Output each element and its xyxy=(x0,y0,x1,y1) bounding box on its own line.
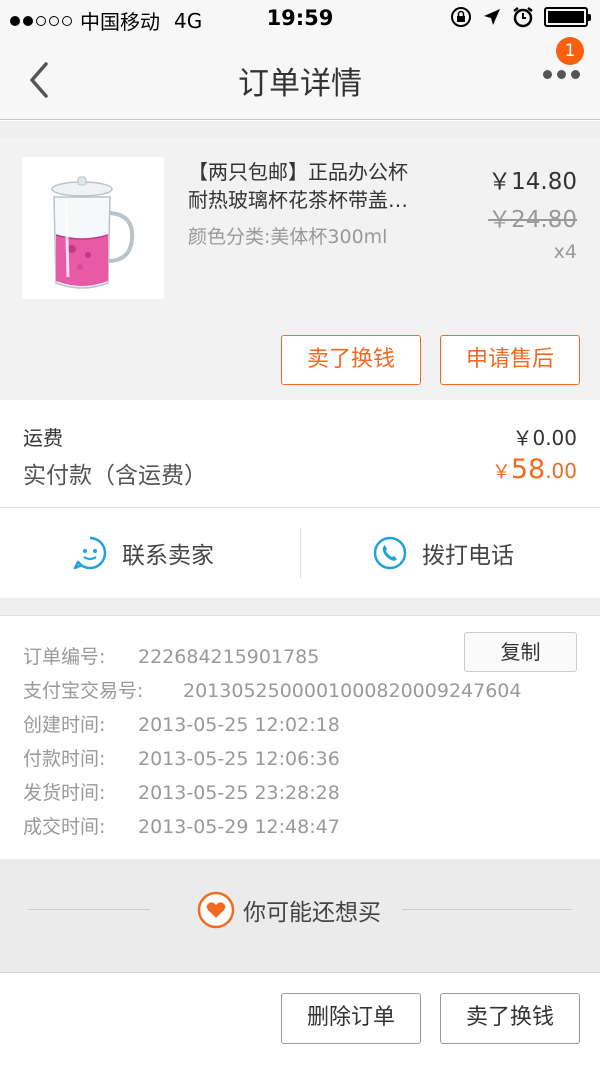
freight-label: 运费 xyxy=(23,426,63,450)
paid-time-key: 付款时间: xyxy=(23,748,106,770)
completed-time-value: 2013-05-29 12:48:47 xyxy=(138,816,340,838)
phone-icon xyxy=(373,536,407,570)
product-spec: 颜色分类:美体杯300ml xyxy=(188,226,388,248)
freight-value: ￥0.00 xyxy=(512,426,577,450)
recommend-label: 你可能还想买 xyxy=(243,900,381,926)
product-quantity: x4 xyxy=(553,241,577,263)
sell-for-cash-button[interactable]: 卖了换钱 xyxy=(281,335,421,385)
bottom-sell-button[interactable]: 卖了换钱 xyxy=(440,993,580,1044)
more-icon[interactable] xyxy=(543,70,580,79)
apply-aftersale-button[interactable]: 申请售后 xyxy=(440,335,580,385)
total-value: ￥58.00 xyxy=(492,454,577,485)
contact-seller-label: 联系卖家 xyxy=(122,543,214,569)
heart-icon xyxy=(197,891,235,929)
status-bar: 中国移动 4G 19:59 xyxy=(0,0,600,40)
product-name-line2: 耐热玻璃杯花茶杯带盖… xyxy=(188,188,408,212)
bottom-action-bar: 删除订单 卖了换钱 xyxy=(0,972,600,1065)
completed-time-key: 成交时间: xyxy=(23,816,106,838)
nav-bar: 订单详情 1 xyxy=(0,37,600,120)
created-time-key: 创建时间: xyxy=(23,714,106,736)
location-icon xyxy=(484,9,500,25)
alipay-trade-row: 支付宝交易号: 2013052500001000820009247604 xyxy=(23,676,521,703)
alipay-trade-value: 2013052500001000820009247604 xyxy=(183,680,522,702)
created-time-row: 创建时间: 2013-05-25 12:02:18 xyxy=(23,710,340,737)
spacer xyxy=(0,598,600,615)
order-number-key: 订单编号: xyxy=(23,646,106,668)
contact-seller-button[interactable]: 联系卖家 xyxy=(72,508,214,598)
recommend-header: 你可能还想买 xyxy=(197,891,381,929)
paid-time-value: 2013-05-25 12:06:36 xyxy=(138,748,340,770)
original-price: ￥24.80 xyxy=(488,207,577,233)
shipped-time-key: 发货时间: xyxy=(23,782,106,804)
page-title: 订单详情 xyxy=(238,66,362,102)
total-decimal: .00 xyxy=(545,459,577,483)
battery-icon xyxy=(544,7,591,27)
product-name[interactable]: 【两只包邮】正品办公杯 耐热玻璃杯花茶杯带盖… xyxy=(188,158,448,214)
shipped-time-row: 发货时间: 2013-05-25 23:28:28 xyxy=(23,778,340,805)
rotation-lock-icon xyxy=(451,7,471,27)
call-phone-button[interactable]: 拨打电话 xyxy=(372,508,514,598)
notification-badge: 1 xyxy=(556,37,584,65)
product-price: ￥14.80 xyxy=(488,169,577,195)
product-name-line1: 【两只包邮】正品办公杯 xyxy=(188,160,408,184)
spacer xyxy=(0,121,600,138)
completed-time-row: 成交时间: 2013-05-29 12:48:47 xyxy=(23,812,340,839)
shipped-time-value: 2013-05-25 23:28:28 xyxy=(138,782,340,804)
contact-bar: 联系卖家 拨打电话 xyxy=(0,508,600,598)
product-card[interactable]: 【两只包邮】正品办公杯 耐热玻璃杯花茶杯带盖… 颜色分类:美体杯300ml ￥1… xyxy=(0,138,600,400)
alarm-icon xyxy=(513,7,533,28)
paid-time-row: 付款时间: 2013-05-25 12:06:36 xyxy=(23,744,340,771)
total-currency: ￥ xyxy=(491,461,511,483)
product-image[interactable] xyxy=(22,157,164,299)
chat-icon xyxy=(73,536,107,570)
divider-left xyxy=(28,909,150,910)
alipay-trade-key: 支付宝交易号: xyxy=(23,680,144,702)
call-phone-label: 拨打电话 xyxy=(422,543,514,569)
total-label: 实付款（含运费） xyxy=(23,463,207,489)
recommend-section: 你可能还想买 xyxy=(0,859,600,972)
total-integer: 58 xyxy=(510,454,546,485)
order-number-row: 订单编号: 222684215901785 xyxy=(23,642,319,669)
status-right xyxy=(450,6,591,28)
glass-cup-image xyxy=(51,176,135,289)
divider xyxy=(300,528,301,578)
delete-order-button[interactable]: 删除订单 xyxy=(281,993,421,1044)
payment-summary: 运费 ￥0.00 实付款（含运费） ￥58.00 xyxy=(0,400,600,508)
copy-button[interactable]: 复制 xyxy=(464,632,577,672)
divider-right xyxy=(402,909,572,910)
order-info: 订单编号: 222684215901785 复制 支付宝交易号: 201305250… xyxy=(0,615,600,859)
order-number-value: 222684215901785 xyxy=(138,646,320,668)
created-time-value: 2013-05-25 12:02:18 xyxy=(138,714,340,736)
